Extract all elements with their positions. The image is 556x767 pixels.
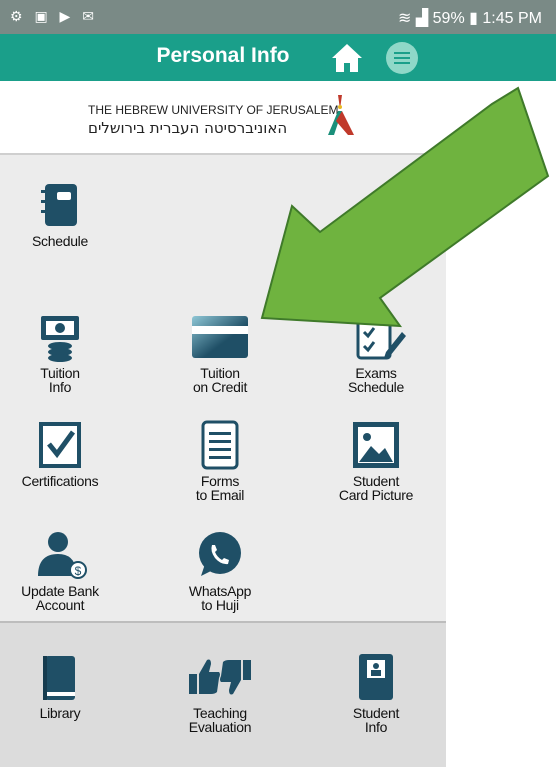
- menu-icon[interactable]: [386, 42, 418, 74]
- tile-label: Student Card Picture: [338, 473, 414, 503]
- tile-tuition-info[interactable]: Tuition Info: [0, 312, 120, 394]
- tile-teaching-evaluation[interactable]: Teaching Evaluation: [160, 652, 280, 734]
- checklist-icon: [356, 314, 406, 360]
- tile-label: Teaching Evaluation: [188, 705, 252, 735]
- battery-percent: 59%: [432, 10, 465, 27]
- checkbox-icon: [39, 422, 81, 468]
- wifi-signal-icon: ≋ ▟: [398, 10, 429, 27]
- book-icon: [43, 656, 75, 700]
- tile-label: Student Info: [352, 705, 400, 735]
- status-left-icons: ⚙ ▣ ▶ ✉: [10, 8, 98, 24]
- person-dollar-icon: $: [38, 532, 87, 579]
- money-icon: [41, 316, 79, 362]
- whatsapp-icon: [199, 532, 241, 576]
- picture-icon: [353, 422, 399, 468]
- tile-exams-schedule[interactable]: Exams Schedule: [316, 312, 436, 394]
- tile-student-info[interactable]: Student Info: [316, 652, 436, 734]
- tile-schedule[interactable]: Schedule: [0, 180, 120, 248]
- tile-update-bank-account[interactable]: $ Update Bank Account: [0, 530, 120, 612]
- tile-forms-email[interactable]: Forms to Email: [160, 420, 280, 502]
- tile-student-card-picture[interactable]: Student Card Picture: [316, 420, 436, 502]
- tile-whatsapp[interactable]: WhatsApp to Huji: [160, 530, 280, 612]
- page-title: Personal Info: [156, 44, 290, 67]
- credit-card-icon: [192, 316, 248, 358]
- tile-tuition-credit[interactable]: Tuition on Credit: [160, 312, 280, 394]
- tile-label: Schedule: [32, 233, 88, 249]
- logo-english-text: THE HEBREW UNIVERSITY OF JERUSALEM: [88, 103, 339, 117]
- status-right: ≋ ▟ 59% ▮ 1:45 PM: [398, 8, 542, 28]
- university-logo-banner: THE HEBREW UNIVERSITY OF JERUSALEM האוני…: [0, 81, 446, 153]
- tile-label: Forms to Email: [195, 473, 245, 503]
- home-icon[interactable]: [330, 42, 364, 74]
- thumbs-icon: [189, 659, 251, 695]
- tile-label: Exams Schedule: [348, 365, 404, 395]
- tile-library[interactable]: Library: [0, 652, 120, 720]
- circle-icon: [387, 184, 407, 204]
- tile-label: Library: [39, 705, 81, 721]
- tile-certifications[interactable]: Certifications: [0, 420, 120, 488]
- notebook-icon: [41, 184, 77, 226]
- app-bar: Personal Info: [0, 34, 556, 81]
- tile-label: Tuition Info: [40, 365, 80, 395]
- tile-label: Update Bank Account: [21, 583, 99, 613]
- svg-text:$: $: [75, 564, 82, 578]
- status-bar: ⚙ ▣ ▶ ✉ ≋ ▟ 59% ▮ 1:45 PM: [0, 0, 556, 34]
- tile-label: WhatsApp to Huji: [188, 583, 252, 613]
- university-logo-icon: [328, 95, 354, 135]
- logo-hebrew-text: האוניברסיטה העברית בירושלים: [88, 119, 288, 137]
- tile-label: Certifications: [21, 473, 99, 489]
- id-card-icon: [359, 654, 393, 700]
- battery-icon: ▮: [469, 10, 478, 27]
- document-icon: [201, 420, 239, 470]
- tile-label: Tuition on Credit: [192, 365, 248, 395]
- time: 1:45 PM: [482, 10, 542, 27]
- tile-hidden-right[interactable]: [326, 180, 446, 230]
